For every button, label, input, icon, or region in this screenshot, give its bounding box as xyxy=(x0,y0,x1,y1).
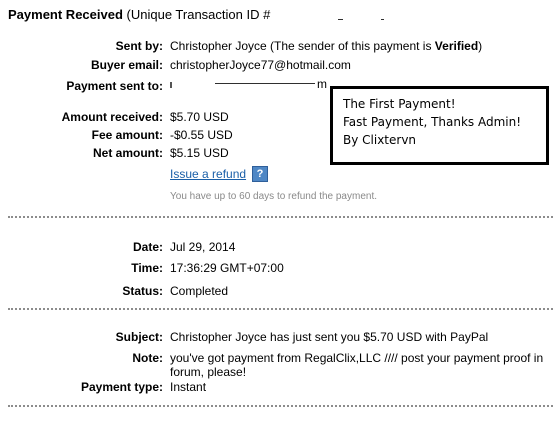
note-value: you've got payment from RegalClix,LLC //… xyxy=(170,351,544,379)
net-amount-label: Net amount: xyxy=(93,146,163,160)
time-value: 17:36:29 GMT+07:00 xyxy=(170,261,284,275)
amount-received-value: $5.70 USD xyxy=(170,110,229,124)
sent-by-tail: ) xyxy=(478,39,483,53)
date-label: Date: xyxy=(132,240,163,254)
fee-amount-label: Fee amount: xyxy=(91,128,163,142)
sent-by-label: Sent by: xyxy=(115,39,163,53)
fee-amount-value: -$0.55 USD xyxy=(170,128,233,142)
buyer-email-label: Buyer email: xyxy=(90,58,163,72)
annotation-line: Fast Payment, Thanks Admin! xyxy=(343,115,522,129)
title-bold: Payment Received xyxy=(8,7,123,22)
subject-label: Subject: xyxy=(115,330,163,344)
section-divider xyxy=(8,216,553,218)
status-value: Completed xyxy=(170,284,229,298)
section-divider xyxy=(8,405,553,407)
redacted-id-mark xyxy=(381,19,384,20)
payment-sent-to-suffix: m xyxy=(317,77,327,91)
title-transaction-id: (Unique Transaction ID # xyxy=(122,7,271,22)
payment-type-value: Instant xyxy=(170,380,207,394)
date-value: Jul 29, 2014 xyxy=(170,240,236,254)
time-label: Time: xyxy=(131,261,163,275)
redacted-recipient-mark xyxy=(215,83,315,84)
payment-type-label: Payment type: xyxy=(80,380,163,394)
verified-badge: Verified xyxy=(434,39,479,53)
buyer-email-value: christopherJoyce77@hotmail.com xyxy=(170,58,351,72)
status-label: Status: xyxy=(122,284,163,298)
section-divider xyxy=(8,308,553,310)
sent-by-value: Christopher Joyce (The sender of this pa… xyxy=(170,39,482,53)
redacted-id-mark xyxy=(338,19,343,20)
annotation-line: By Clixtervn xyxy=(343,133,417,147)
subject-value: Christopher Joyce has just sent you $5.7… xyxy=(170,330,489,344)
note-label: Note: xyxy=(132,351,163,365)
amount-received-label: Amount received: xyxy=(61,110,163,124)
net-amount-value: $5.15 USD xyxy=(170,146,229,160)
help-icon[interactable]: ? xyxy=(252,166,268,182)
redacted-recipient-mark xyxy=(170,82,172,88)
issue-refund-link[interactable]: Issue a refund xyxy=(170,167,246,181)
refund-hint: You have up to 60 days to refund the pay… xyxy=(170,191,378,202)
payment-sent-to-label: Payment sent to: xyxy=(66,79,163,93)
annotation-box: The First Payment! Fast Payment, Thanks … xyxy=(330,86,549,165)
annotation-line: The First Payment! xyxy=(343,97,456,111)
sent-by-text: Christopher Joyce (The sender of this pa… xyxy=(170,39,435,53)
page-title: Payment Received (Unique Transaction ID … xyxy=(8,7,270,22)
